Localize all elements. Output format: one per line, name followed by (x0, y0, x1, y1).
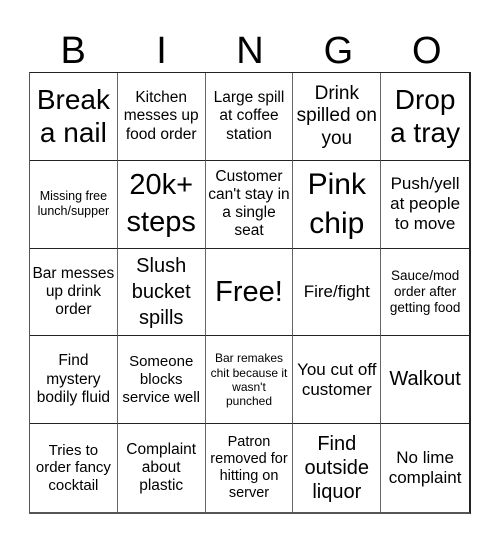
bingo-cell[interactable]: Patron removed for hitting on server (206, 424, 294, 512)
bingo-cell[interactable]: No lime complaint (381, 424, 469, 512)
bingo-cell[interactable]: Slush bucket spills (117, 248, 206, 337)
header-letter-b: B (60, 30, 86, 72)
bingo-cell[interactable]: Fire/fight (293, 248, 382, 337)
bingo-cell[interactable]: Customer can't stay in a single seat (205, 160, 294, 249)
bingo-cell[interactable]: 20k+ steps (117, 160, 206, 249)
bingo-cell[interactable]: Drink spilled on you (293, 73, 382, 161)
bingo-cell[interactable]: Push/yell at people to move (381, 161, 469, 249)
bingo-cell[interactable]: Find outside liquor (293, 424, 382, 512)
bingo-cell[interactable]: Complaint about plastic (118, 424, 206, 512)
bingo-header: B I N G O (29, 30, 471, 72)
bingo-cell[interactable]: Kitchen messes up food order (117, 73, 206, 161)
bingo-cell[interactable]: Sauce/mod order after getting food (381, 249, 469, 337)
bingo-cell[interactable]: Tries to order fancy cocktail (30, 424, 118, 512)
bingo-cell[interactable]: Bar remakes chit because it wasn't punch… (205, 336, 294, 425)
bingo-cell[interactable]: Walkout (381, 336, 469, 425)
bingo-cell[interactable]: Large spill at coffee station (205, 73, 294, 161)
header-letter-i: I (156, 30, 167, 72)
bingo-cell[interactable]: Bar messes up drink order (30, 248, 118, 337)
bingo-grid: Break a nail Kitchen messes up food orde… (29, 72, 471, 514)
bingo-cell[interactable]: Someone blocks service well (117, 336, 206, 425)
bingo-cell[interactable]: You cut off customer (293, 336, 382, 425)
header-letter-g: G (323, 30, 354, 72)
bingo-cell[interactable]: Drop a tray (381, 73, 469, 161)
bingo-cell[interactable]: Find mystery bodily fluid (30, 336, 118, 425)
header-letter-n: N (236, 30, 264, 72)
header-letter-o: O (411, 30, 442, 72)
bingo-cell[interactable]: Missing free lunch/supper (30, 160, 118, 249)
bingo-cell[interactable]: Pink chip (293, 160, 382, 249)
bingo-cell[interactable]: Break a nail (30, 73, 118, 161)
free-space[interactable]: Free! (205, 248, 294, 337)
